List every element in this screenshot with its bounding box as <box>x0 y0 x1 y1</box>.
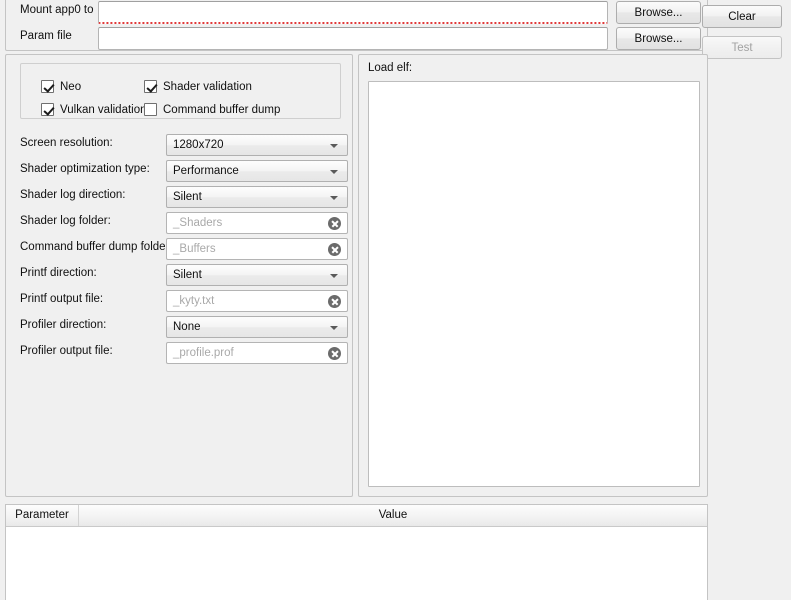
combo-profiler-direction-value: None <box>173 321 201 333</box>
row-shader-log-direction: Shader log direction: Silent <box>6 186 352 208</box>
chevron-down-icon <box>330 170 338 174</box>
app-window: Mount app0 to Browse... Param file Brows… <box>0 0 791 600</box>
combo-shader-log-direction-value: Silent <box>173 191 202 203</box>
combo-shader-optimization-type-value: Performance <box>173 165 239 177</box>
mount-app0-row: Mount app0 to Browse... <box>6 1 707 24</box>
clear-button[interactable]: Clear <box>702 5 782 28</box>
label-profiler-direction: Profiler direction: <box>20 319 107 331</box>
clear-icon[interactable] <box>328 295 341 308</box>
param-file-browse-button[interactable]: Browse... <box>616 27 701 50</box>
input-profiler-output-file-value: _profile.prof <box>173 347 234 359</box>
combo-screen-resolution[interactable]: 1280x720 <box>166 134 348 156</box>
chevron-down-icon <box>330 274 338 278</box>
table-header-row: Parameter Value <box>6 505 707 527</box>
chevron-down-icon <box>330 144 338 148</box>
checkbox-neo[interactable]: Neo <box>41 80 81 93</box>
flags-group: Neo Shader validation Vulkan validation … <box>20 63 341 119</box>
param-file-input[interactable] <box>98 27 608 50</box>
chevron-down-icon <box>330 196 338 200</box>
input-printf-output-file[interactable]: _kyty.txt <box>166 290 348 312</box>
test-button[interactable]: Test <box>702 36 782 59</box>
mount-app0-input[interactable] <box>98 1 608 24</box>
label-printf-direction: Printf direction: <box>20 267 97 279</box>
row-profiler-output-file: Profiler output file: _profile.prof <box>6 342 352 364</box>
label-command-buffer-dump-folder: Command buffer dump folder: <box>20 241 173 253</box>
row-printf-direction: Printf direction: Silent <box>6 264 352 286</box>
input-printf-output-file-value: _kyty.txt <box>173 295 215 307</box>
checkbox-shader-validation[interactable]: Shader validation <box>144 80 252 93</box>
param-file-row: Param file Browse... <box>6 27 707 50</box>
checkbox-vulkan-validation-label: Vulkan validation <box>60 103 147 116</box>
mount-app0-browse-button[interactable]: Browse... <box>616 1 701 24</box>
settings-panel: Neo Shader validation Vulkan validation … <box>5 54 353 497</box>
combo-screen-resolution-value: 1280x720 <box>173 139 224 151</box>
checkbox-vulkan-validation[interactable]: Vulkan validation <box>41 103 147 116</box>
label-screen-resolution: Screen resolution: <box>20 137 113 149</box>
combo-printf-direction[interactable]: Silent <box>166 264 348 286</box>
paths-panel: Mount app0 to Browse... Param file Brows… <box>5 0 708 51</box>
checkbox-vulkan-validation-box[interactable] <box>41 103 54 116</box>
clear-icon[interactable] <box>328 243 341 256</box>
label-shader-log-direction: Shader log direction: <box>20 189 126 201</box>
combo-profiler-direction[interactable]: None <box>166 316 348 338</box>
input-command-buffer-dump-folder[interactable]: _Buffers <box>166 238 348 260</box>
combo-printf-direction-value: Silent <box>173 269 202 281</box>
combo-shader-optimization-type[interactable]: Performance <box>166 160 348 182</box>
checkbox-command-buffer-dump-label: Command buffer dump <box>163 103 281 116</box>
parameter-table: Parameter Value <box>5 504 708 600</box>
input-shader-log-folder[interactable]: _Shaders <box>166 212 348 234</box>
checkbox-command-buffer-dump-box[interactable] <box>144 103 157 116</box>
row-shader-log-folder: Shader log folder: _Shaders <box>6 212 352 234</box>
mount-app0-label: Mount app0 to <box>20 4 94 16</box>
param-file-label: Param file <box>20 30 72 42</box>
row-shader-optimization-type: Shader optimization type: Performance <box>6 160 352 182</box>
row-profiler-direction: Profiler direction: None <box>6 316 352 338</box>
load-elf-panel: Load elf: <box>358 54 708 497</box>
checkbox-neo-label: Neo <box>60 80 82 93</box>
input-command-buffer-dump-folder-value: _Buffers <box>173 243 216 255</box>
row-command-buffer-dump-folder: Command buffer dump folder: _Buffers <box>6 238 352 260</box>
clear-icon[interactable] <box>328 217 341 230</box>
column-header-value[interactable]: Value <box>79 505 707 526</box>
row-screen-resolution: Screen resolution: 1280x720 <box>6 134 352 156</box>
checkbox-command-buffer-dump[interactable]: Command buffer dump <box>144 103 280 116</box>
table-body[interactable] <box>6 527 707 600</box>
input-shader-log-folder-value: _Shaders <box>173 217 223 229</box>
label-printf-output-file: Printf output file: <box>20 293 104 305</box>
load-elf-list[interactable] <box>368 81 700 487</box>
input-profiler-output-file[interactable]: _profile.prof <box>166 342 348 364</box>
chevron-down-icon <box>330 326 338 330</box>
load-elf-label: Load elf: <box>368 62 413 74</box>
clear-icon[interactable] <box>328 347 341 360</box>
label-shader-optimization-type: Shader optimization type: <box>20 163 150 175</box>
checkbox-shader-validation-label: Shader validation <box>163 80 252 93</box>
combo-shader-log-direction[interactable]: Silent <box>166 186 348 208</box>
label-profiler-output-file: Profiler output file: <box>20 345 113 357</box>
label-shader-log-folder: Shader log folder: <box>20 215 111 227</box>
checkbox-neo-box[interactable] <box>41 80 54 93</box>
row-printf-output-file: Printf output file: _kyty.txt <box>6 290 352 312</box>
checkbox-shader-validation-box[interactable] <box>144 80 157 93</box>
column-header-parameter[interactable]: Parameter <box>6 505 79 526</box>
